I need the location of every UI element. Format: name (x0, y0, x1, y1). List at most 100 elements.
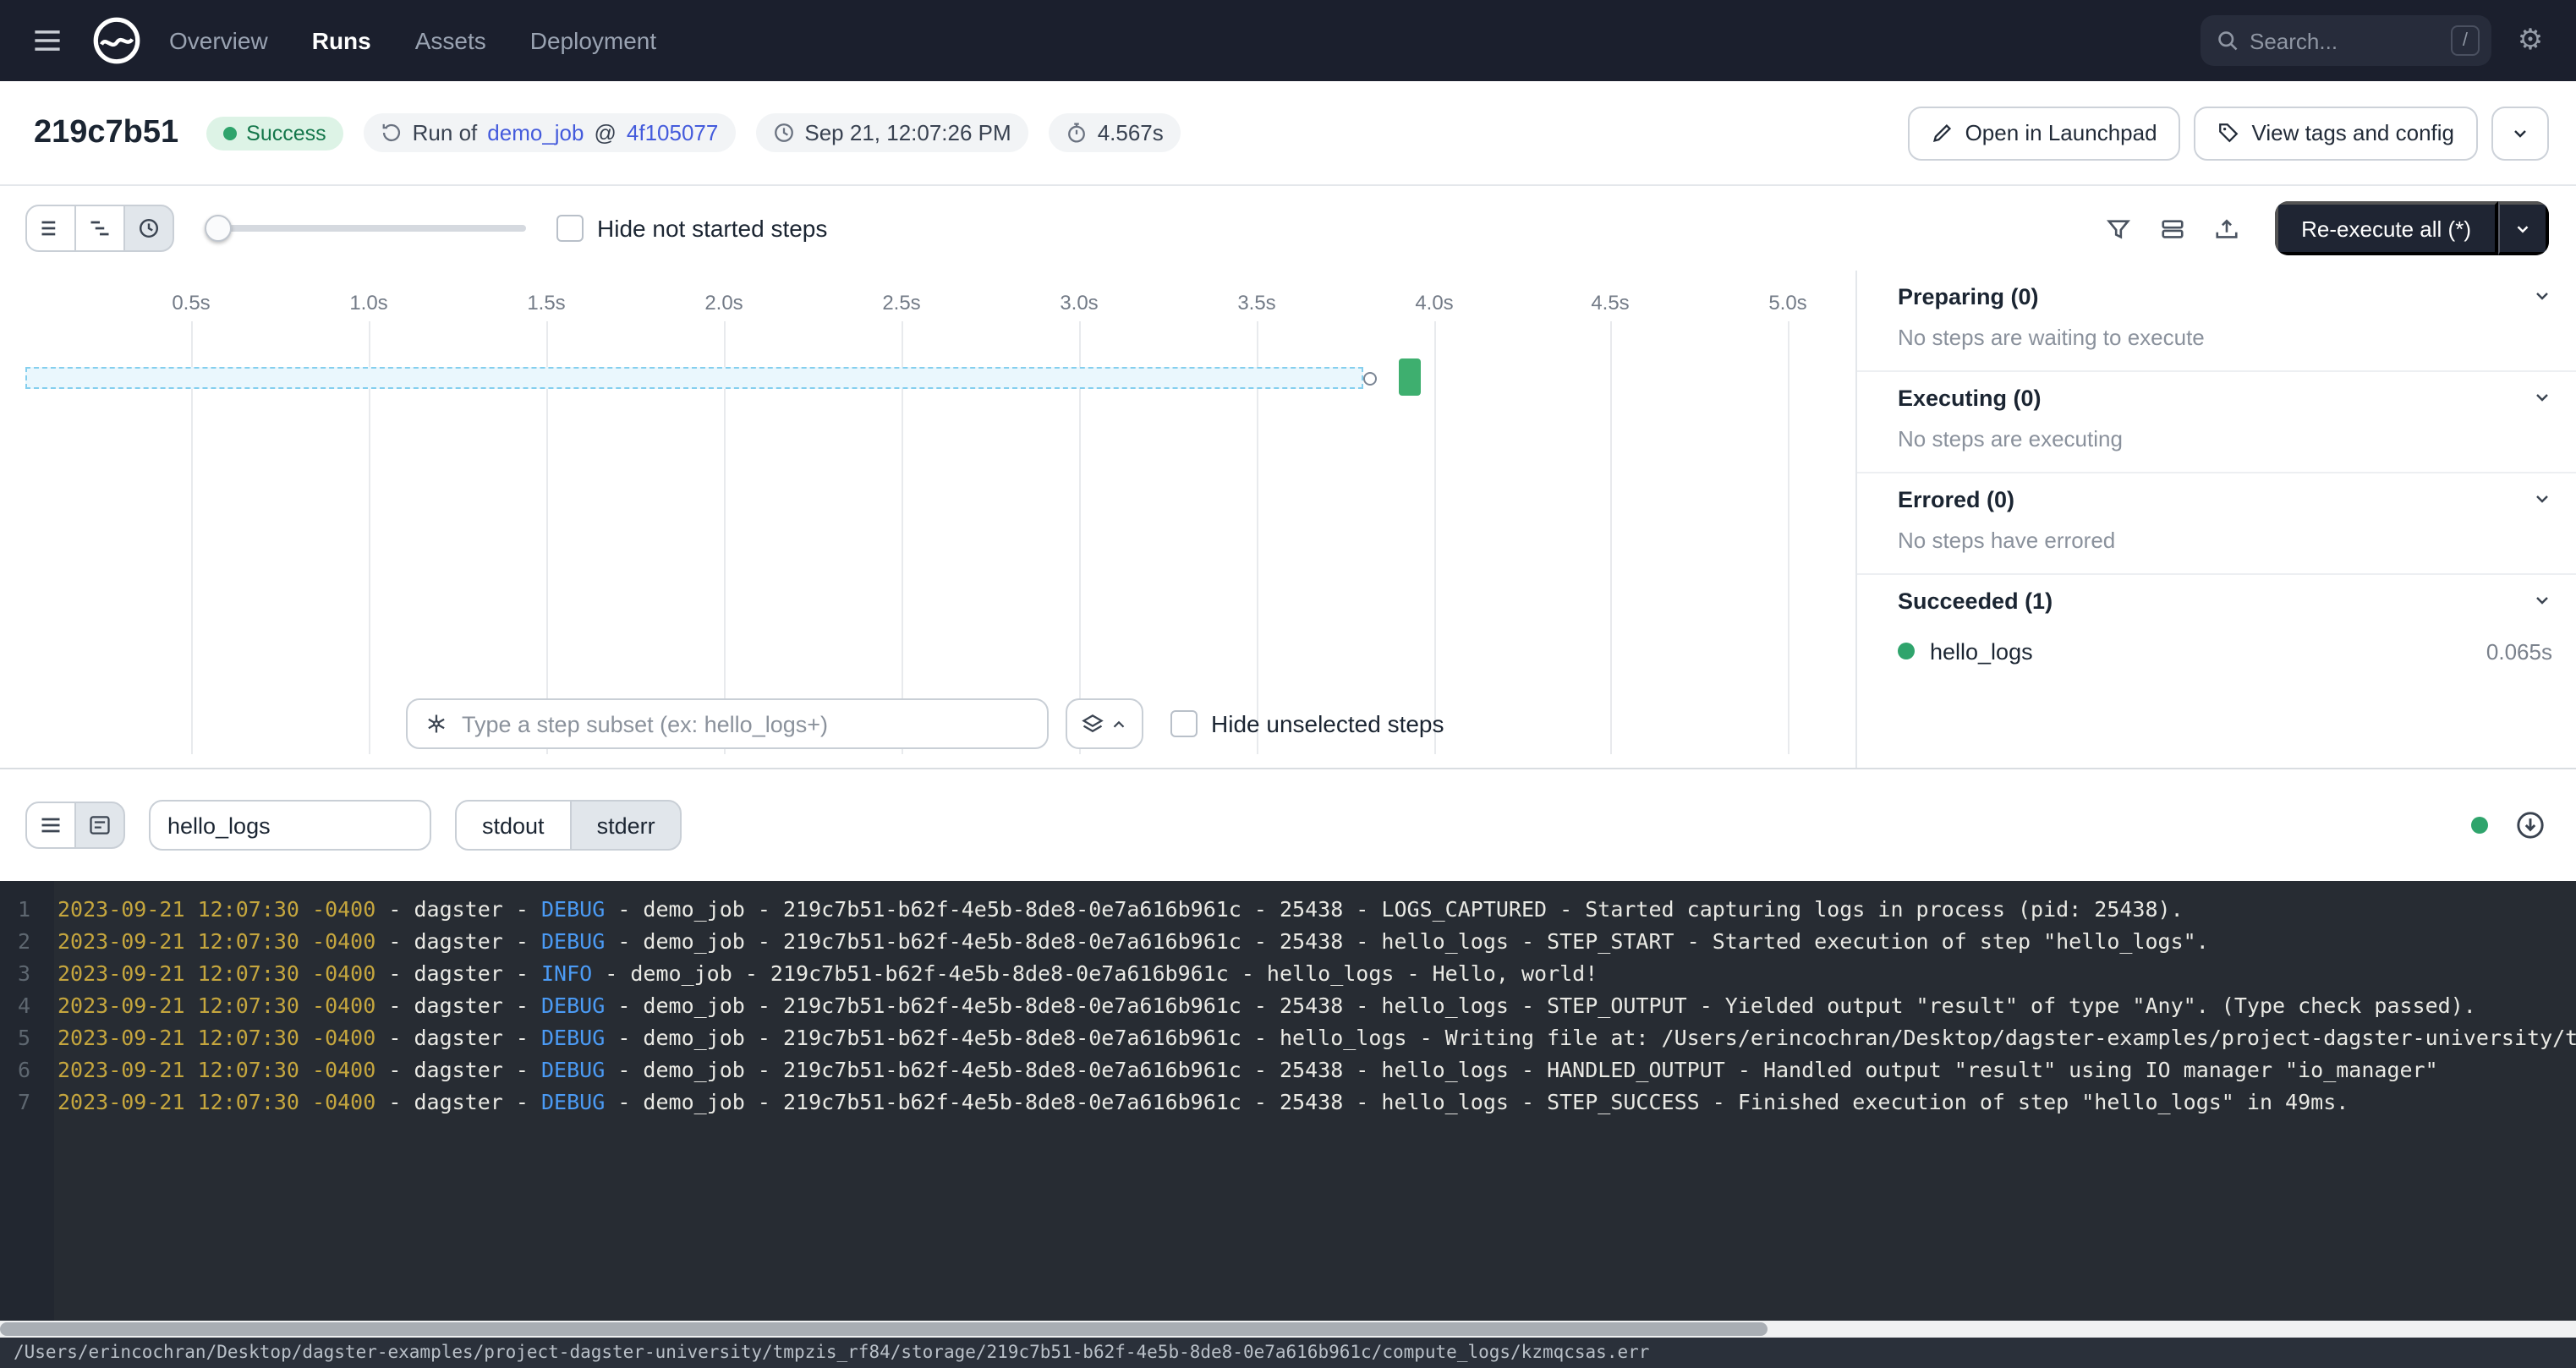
hide-unselected-label: Hide unselected steps (1211, 710, 1444, 737)
section-errored-header[interactable]: Errored (0) (1857, 473, 2576, 524)
section-preparing-header[interactable]: Preparing (0) (1857, 271, 2576, 321)
run-status-panel: Preparing (0) No steps are waiting to ex… (1855, 271, 2576, 768)
waterfall-view-icon[interactable] (74, 205, 125, 252)
funnel-icon[interactable] (2095, 206, 2142, 250)
section-succeeded: Succeeded (1) hello_logs 0.065s (1857, 575, 2576, 676)
hide-unselected-row[interactable]: Hide unselected steps (1170, 710, 1444, 737)
reexecute-menu-button[interactable] (2498, 201, 2549, 255)
zoom-slider-handle[interactable] (205, 215, 232, 242)
log-line: 62023-09-21 12:07:30 -0400 - dagster - D… (0, 1053, 2576, 1086)
raw-log-view-icon[interactable] (74, 802, 125, 849)
hide-not-started-checkbox[interactable] (556, 215, 584, 242)
pencil-icon (1932, 122, 1954, 144)
log-toolbar: stdout stderr (0, 769, 2576, 881)
axis-tick: 4.5s (1591, 291, 1629, 315)
nav-assets[interactable]: Assets (415, 27, 486, 54)
open-in-launchpad-button[interactable]: Open in Launchpad (1908, 106, 2181, 160)
nav-runs[interactable]: Runs (312, 27, 371, 54)
hide-unselected-checkbox[interactable] (1170, 710, 1198, 737)
view-tags-config-label: View tags and config (2252, 120, 2454, 145)
dagster-logo-icon[interactable] (88, 12, 145, 69)
timed-view-icon[interactable] (123, 205, 174, 252)
search-input[interactable] (2250, 28, 2441, 53)
axis-tick: 2.0s (704, 291, 743, 315)
start-time-pill: Sep 21, 12:07:26 PM (755, 113, 1028, 152)
scrollbar-thumb[interactable] (0, 1322, 1768, 1336)
axis-tick: 0.5s (172, 291, 210, 315)
gantt-chart[interactable]: 0.5s 1.0s 1.5s 2.0s 2.5s 3.0s 3.5s 4.0s … (0, 271, 1855, 768)
status-badge: Success (206, 116, 343, 150)
chevron-down-icon[interactable] (2532, 387, 2552, 408)
chevron-down-icon[interactable] (2532, 286, 2552, 306)
nav-overview[interactable]: Overview (169, 27, 268, 54)
rows-icon[interactable] (2149, 206, 2196, 250)
section-preparing: Preparing (0) No steps are waiting to ex… (1857, 271, 2576, 372)
section-empty-text: No steps are executing (1857, 423, 2576, 472)
zoom-slider[interactable] (205, 215, 526, 242)
run-header: 219c7b51 Success Run of demo_job @ 4f105… (0, 81, 2576, 186)
search-shortcut-key: / (2451, 25, 2480, 56)
step-bar-hello-logs[interactable] (1399, 358, 1421, 396)
section-title: Preparing (0) (1898, 283, 2532, 309)
hide-not-started-label: Hide not started steps (597, 215, 827, 242)
log-step-filter-input[interactable] (149, 800, 431, 851)
view-tags-config-button[interactable]: View tags and config (2195, 106, 2478, 160)
gear-icon[interactable]: ⚙ (2505, 15, 2556, 66)
duration-pill: 4.567s (1049, 113, 1181, 152)
log-file-path-bar: /Users/erincochran/Desktop/dagster-examp… (0, 1338, 2576, 1368)
run-of-label: Run of (413, 120, 478, 145)
axis-tick: 1.5s (527, 291, 565, 315)
axis-tick: 1.0s (349, 291, 387, 315)
open-in-launchpad-label: Open in Launchpad (1965, 120, 2157, 145)
timer-icon (1066, 122, 1088, 144)
axis-tick: 2.5s (882, 291, 920, 315)
graph-query-toggle-button[interactable] (1066, 698, 1143, 749)
clock-icon (772, 122, 794, 144)
tab-stderr[interactable]: stderr (570, 800, 682, 851)
menu-icon[interactable] (24, 17, 71, 64)
section-empty-text: No steps are waiting to execute (1857, 321, 2576, 370)
status-label: Success (246, 121, 326, 145)
step-subset-input[interactable] (462, 711, 1030, 736)
hide-not-started-row[interactable]: Hide not started steps (556, 215, 827, 242)
section-empty-text: No steps have errored (1857, 524, 2576, 573)
section-executing-header[interactable]: Executing (0) (1857, 372, 2576, 423)
job-link[interactable]: demo_job (487, 120, 584, 145)
log-view-mode-group (25, 802, 125, 849)
section-succeeded-header[interactable]: Succeeded (1) (1857, 575, 2576, 626)
gantt-view-mode-group (25, 205, 174, 252)
capture-status-dot (2471, 817, 2488, 834)
axis-tick: 3.0s (1060, 291, 1098, 315)
gantt-toolbar: Hide not started steps Re-execute all (*… (0, 186, 2576, 271)
search-icon (2216, 29, 2239, 52)
axis-tick: 3.5s (1237, 291, 1275, 315)
chevron-down-icon (2513, 219, 2532, 238)
waiting-bar (25, 367, 1363, 389)
reexecute-all-button[interactable]: Re-execute all (*) (2274, 201, 2498, 255)
start-time: Sep 21, 12:07:26 PM (804, 120, 1011, 145)
structured-log-view-icon[interactable] (25, 802, 76, 849)
snapshot-link[interactable]: 4f105077 (627, 120, 718, 145)
log-line: 72023-09-21 12:07:30 -0400 - dagster - D… (0, 1086, 2576, 1118)
tab-stdout[interactable]: stdout (455, 800, 572, 851)
tray-icon[interactable] (2203, 206, 2250, 250)
chevron-down-icon[interactable] (2532, 489, 2552, 509)
horizontal-scrollbar[interactable] (0, 1321, 2576, 1338)
nav-deployment[interactable]: Deployment (530, 27, 656, 54)
top-nav: Overview Runs Assets Deployment / ⚙ (0, 0, 2576, 81)
step-marker-dot[interactable] (1363, 372, 1377, 386)
layers-icon (1081, 712, 1104, 736)
step-name: hello_logs (1930, 638, 2471, 664)
zoom-slider-track[interactable] (205, 225, 526, 232)
tag-icon (2218, 122, 2240, 144)
run-actions-menu-button[interactable] (2491, 106, 2549, 160)
download-log-icon[interactable] (2512, 807, 2549, 844)
step-subset-box[interactable] (406, 698, 1049, 749)
log-line: 12023-09-21 12:07:30 -0400 - dagster - D… (0, 893, 2576, 925)
flat-view-icon[interactable] (25, 205, 76, 252)
search-box[interactable]: / (2201, 15, 2491, 66)
chevron-down-icon[interactable] (2532, 590, 2552, 610)
success-dot (1898, 643, 1915, 659)
raw-log-view[interactable]: 12023-09-21 12:07:30 -0400 - dagster - D… (0, 881, 2576, 1321)
succeeded-step-row[interactable]: hello_logs 0.065s (1857, 626, 2576, 676)
